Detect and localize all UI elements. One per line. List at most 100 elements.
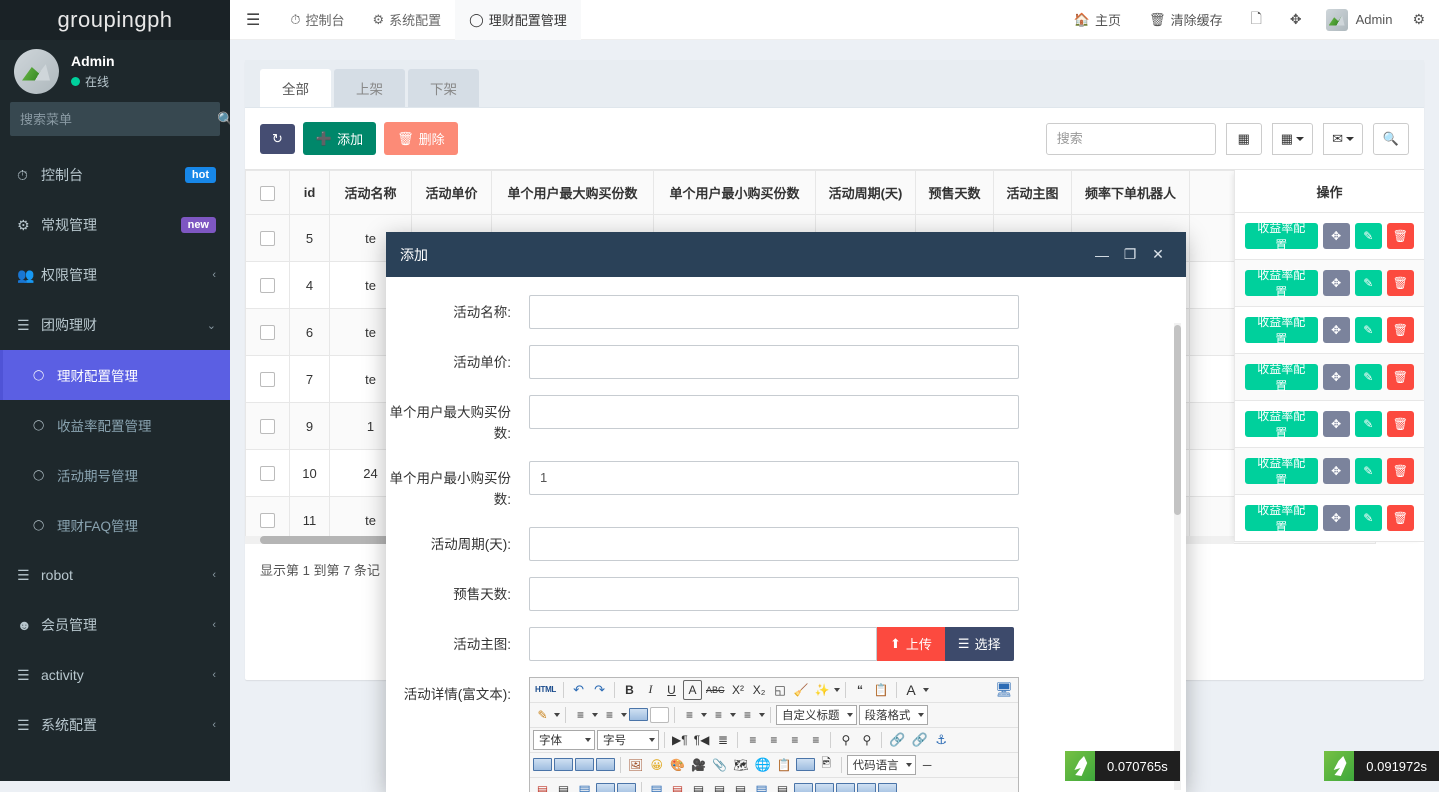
- table-search-input[interactable]: [1046, 123, 1216, 155]
- anchor-text-icon[interactable]: [629, 708, 648, 721]
- table-width-icon[interactable]: [857, 783, 876, 792]
- modal-header[interactable]: 添加 — ❐ ✕: [386, 232, 1186, 277]
- superscript-icon[interactable]: X²: [729, 680, 748, 700]
- col-main-image[interactable]: 活动主图: [994, 171, 1072, 215]
- merge-icon[interactable]: [617, 783, 636, 792]
- strikethrough-icon[interactable]: ABC: [704, 680, 727, 700]
- delete-button[interactable]: 🗑 删除: [384, 122, 458, 155]
- table-props-icon[interactable]: ▤: [689, 780, 708, 792]
- export-button[interactable]: ✉: [1323, 123, 1363, 155]
- col-robot[interactable]: 频率下单机器人: [1072, 171, 1190, 215]
- highlight-icon[interactable]: ✎: [533, 705, 552, 725]
- hamburger-icon[interactable]: ☰: [230, 10, 276, 30]
- search-text-icon[interactable]: ⚲: [836, 730, 855, 750]
- row-checkbox[interactable]: [260, 513, 275, 528]
- code-language-select[interactable]: 代码语言: [847, 755, 916, 775]
- delete-row-button[interactable]: 🗑: [1387, 458, 1414, 484]
- image-align-right-icon[interactable]: [554, 758, 573, 771]
- tab-all[interactable]: 全部: [260, 69, 331, 107]
- maximize-icon[interactable]: ❐: [1116, 246, 1144, 263]
- sidebar-item-licai-config[interactable]: ◯ 理财配置管理: [0, 350, 230, 400]
- rate-config-button[interactable]: 收益率配置: [1245, 458, 1318, 484]
- table-sort-icon[interactable]: ▤: [773, 780, 792, 792]
- close-icon[interactable]: ✕: [1144, 246, 1172, 263]
- rate-config-button[interactable]: 收益率配置: [1245, 364, 1318, 390]
- move-button[interactable]: ✥: [1323, 458, 1350, 484]
- search-icon[interactable]: 🔍: [206, 111, 230, 128]
- delete-row-button[interactable]: 🗑: [1387, 364, 1414, 390]
- paragraph-spacing-icon[interactable]: ≡: [709, 705, 728, 725]
- link-icon[interactable]: 🔗: [887, 730, 907, 750]
- table-icon[interactable]: ▤: [533, 780, 552, 792]
- rate-config-button[interactable]: 收益率配置: [1245, 270, 1318, 296]
- tab-off-shelf[interactable]: 下架: [408, 69, 479, 107]
- screen-preview-icon[interactable]: 🖥: [993, 680, 1015, 700]
- table-height-icon[interactable]: [878, 783, 897, 792]
- edit-button[interactable]: ✎: [1355, 505, 1382, 531]
- minimize-icon[interactable]: —: [1088, 247, 1116, 263]
- col-icon[interactable]: ▤: [575, 780, 594, 792]
- layout-icon[interactable]: [796, 758, 815, 771]
- ordered-list-icon[interactable]: ≡: [571, 705, 590, 725]
- tab-on-shelf[interactable]: 上架: [334, 69, 405, 107]
- video-icon[interactable]: 🎥: [689, 755, 708, 775]
- rate-config-button[interactable]: 收益率配置: [1245, 223, 1318, 249]
- activity-price-input[interactable]: [529, 345, 1019, 379]
- table-fill-icon[interactable]: [815, 783, 834, 792]
- unordered-list-icon[interactable]: ≡: [600, 705, 619, 725]
- min-shares-input[interactable]: [529, 461, 1019, 495]
- chevron-down-icon[interactable]: [554, 713, 560, 717]
- search-submit-button[interactable]: 🔍: [1373, 123, 1409, 155]
- cycle-days-input[interactable]: [529, 527, 1019, 561]
- sidebar-item-activity[interactable]: ☰ activity ‹: [0, 650, 230, 700]
- chevron-down-icon[interactable]: [834, 688, 840, 692]
- image-align-none-icon[interactable]: [596, 758, 615, 771]
- row-checkbox[interactable]: [260, 466, 275, 481]
- split-icon[interactable]: ▤: [647, 780, 666, 792]
- col-min-share[interactable]: 单个用户最小购买份数: [654, 171, 816, 215]
- fullscreen-table-button[interactable]: ▦: [1226, 123, 1262, 155]
- eraser-icon[interactable]: ◱: [771, 680, 790, 700]
- line-height-icon[interactable]: ≡: [680, 705, 699, 725]
- rich-text-editor[interactable]: HTML ↶ ↷ B I U A ABC X² X₂ ◱ 🧹 ✨: [529, 677, 1019, 792]
- horizontal-rule-icon[interactable]: ─: [918, 755, 937, 775]
- html-source-icon[interactable]: HTML: [533, 680, 558, 700]
- upload-button[interactable]: ⬆ 上传: [877, 627, 945, 661]
- edit-button[interactable]: ✎: [1355, 364, 1382, 390]
- chevron-down-icon[interactable]: [592, 713, 598, 717]
- custom-title-select[interactable]: 自定义标题: [776, 705, 857, 725]
- indent-icon[interactable]: ≣: [713, 730, 732, 750]
- delete-row-button[interactable]: 🗑: [1387, 317, 1414, 343]
- edit-button[interactable]: ✎: [1355, 411, 1382, 437]
- align-right-icon[interactable]: ≡: [785, 730, 804, 750]
- move-button[interactable]: ✥: [1323, 411, 1350, 437]
- chevron-down-icon[interactable]: [923, 688, 929, 692]
- sidebar-logo[interactable]: groupingph: [0, 0, 230, 40]
- anchor-icon[interactable]: ⚓: [932, 730, 951, 750]
- cell-icon[interactable]: [596, 783, 615, 792]
- unlink-icon[interactable]: 🔗: [910, 730, 930, 750]
- page-break-icon[interactable]: [650, 707, 669, 723]
- sidebar-item-dashboard[interactable]: ⏱ 控制台 hot: [0, 150, 230, 200]
- sidebar-item-general[interactable]: ⚙ 常规管理 new: [0, 200, 230, 250]
- align-justify-icon[interactable]: ≡: [806, 730, 825, 750]
- delete-row-button[interactable]: 🗑: [1387, 411, 1414, 437]
- move-button[interactable]: ✥: [1323, 317, 1350, 343]
- sidebar-item-system-config[interactable]: ☰ 系统配置 ‹: [0, 700, 230, 750]
- window-copy-icon[interactable]: 🗋: [1237, 8, 1276, 32]
- table-style-icon[interactable]: ▤: [752, 780, 771, 792]
- format-brush-icon[interactable]: 🧹: [792, 680, 811, 700]
- sidebar-item-member[interactable]: ☻ 会员管理 ‹: [0, 600, 230, 650]
- webapp-icon[interactable]: 🌐: [752, 755, 772, 775]
- row-checkbox[interactable]: [260, 231, 275, 246]
- edit-button[interactable]: ✎: [1355, 270, 1382, 296]
- main-image-input[interactable]: [529, 627, 877, 661]
- italic-icon[interactable]: I: [641, 680, 660, 700]
- edit-button[interactable]: ✎: [1355, 458, 1382, 484]
- font-size-select[interactable]: 字号: [597, 730, 659, 750]
- blockquote-icon[interactable]: “: [851, 680, 870, 700]
- replace-text-icon[interactable]: ⚲: [857, 730, 876, 750]
- chevron-down-icon[interactable]: [730, 713, 736, 717]
- row-icon[interactable]: ▤: [554, 780, 573, 792]
- redo-icon[interactable]: ↷: [590, 680, 609, 700]
